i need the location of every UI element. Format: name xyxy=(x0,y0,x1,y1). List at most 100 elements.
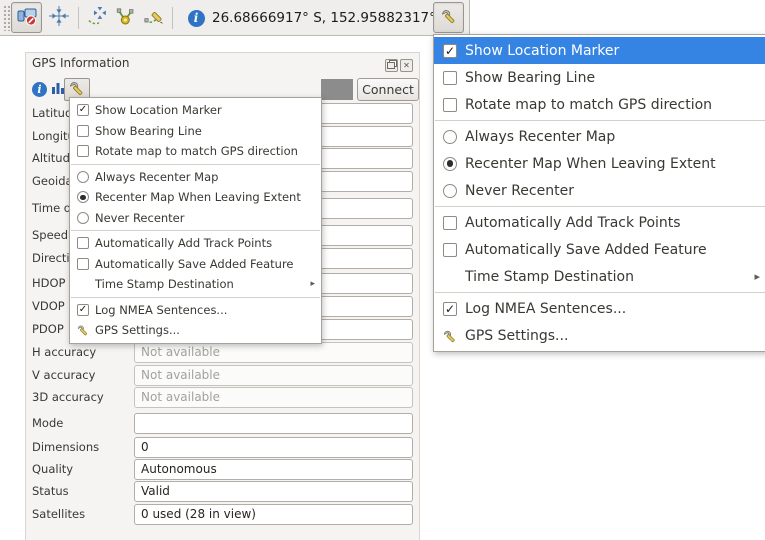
menu-item-always-recenter-map[interactable]: Always Recenter Map xyxy=(70,167,321,188)
menu-item-show-location-marker[interactable]: ✓ Show Location Marker xyxy=(434,37,765,64)
menu-item-label: Never Recenter xyxy=(465,183,574,199)
screen: { "top_toolbar": { "coordinates": "26.68… xyxy=(0,0,765,540)
gps-coordinates: 26.68666917° S, 152.95882317° E xyxy=(212,0,449,36)
status-field[interactable]: Valid xyxy=(134,481,413,502)
menu-separator xyxy=(435,206,765,207)
field-row-satellites: Satellites 0 used (28 in view) xyxy=(26,504,419,525)
radio-icon xyxy=(443,157,457,171)
menu-item-label: Rotate map to match GPS direction xyxy=(95,144,298,158)
menu-item-label: Never Recenter xyxy=(95,211,185,225)
field-row-dimensions: Dimensions0 xyxy=(26,437,419,458)
h-accuracy-field[interactable]: Not available xyxy=(134,342,413,363)
panel-info-button[interactable]: i xyxy=(31,81,48,98)
checkbox-icon xyxy=(77,145,89,157)
connect-button[interactable]: Connect xyxy=(357,78,419,101)
field-row-v-accuracy: V accuracy Not available xyxy=(26,365,419,386)
radio-icon xyxy=(77,191,89,203)
3d-accuracy-field[interactable]: Not available xyxy=(134,387,413,408)
dimensions-field[interactable]: 0 xyxy=(134,437,413,458)
menu-item-automatically-save-added-feature[interactable]: Automatically Save Added Feature xyxy=(434,236,765,263)
field-label: Speed xyxy=(32,225,68,246)
menu-item-time-stamp-destination[interactable]: Time Stamp Destination ▸ xyxy=(70,274,321,295)
menu-item-show-bearing-line[interactable]: Show Bearing Line xyxy=(434,64,765,91)
recenter-map-button[interactable] xyxy=(47,6,71,30)
close-panel-button[interactable]: ✕ xyxy=(400,59,413,72)
info-icon: i xyxy=(32,82,47,97)
reset-track-button[interactable] xyxy=(142,6,166,30)
menu-separator xyxy=(435,120,765,121)
menu-separator xyxy=(71,230,320,231)
float-panel-button[interactable] xyxy=(385,59,398,72)
menu-item-label: Automatically Add Track Points xyxy=(465,215,681,231)
menu-item-automatically-add-track-points[interactable]: Automatically Add Track Points xyxy=(434,209,765,236)
menu-item-never-recenter[interactable]: Never Recenter xyxy=(434,177,765,204)
menu-item-gps-settings[interactable]: GPS Settings... xyxy=(70,320,321,341)
field-label: VDOP xyxy=(32,296,65,317)
field-label: HDOP xyxy=(32,273,66,294)
checkbox-icon: ✓ xyxy=(443,44,457,58)
float-icon xyxy=(387,60,397,71)
menu-item-label: Show Location Marker xyxy=(95,103,222,117)
field-row-status: StatusValid xyxy=(26,481,419,502)
menu-item-always-recenter-map[interactable]: Always Recenter Map xyxy=(434,123,765,150)
checkbox-icon xyxy=(77,237,89,249)
field-label: Satellites xyxy=(32,504,85,525)
gps-disconnect-icon xyxy=(16,5,38,31)
position-info-button[interactable]: i xyxy=(184,6,208,30)
menu-item-label: Show Location Marker xyxy=(465,43,619,59)
checkbox-icon xyxy=(443,243,457,257)
field-row-mode: Mode xyxy=(26,413,419,434)
v-accuracy-field[interactable]: Not available xyxy=(134,365,413,386)
checkbox-icon: ✓ xyxy=(77,104,89,116)
submenu-arrow-icon: ▸ xyxy=(310,279,315,289)
radio-icon xyxy=(443,184,457,198)
menu-item-log-nmea-sentences[interactable]: ✓Log NMEA Sentences... xyxy=(434,295,765,322)
submenu-arrow-icon: ▸ xyxy=(754,270,760,283)
mode-field[interactable] xyxy=(134,413,413,434)
checkbox-icon xyxy=(443,216,457,230)
panel-title: GPS Information xyxy=(32,56,129,70)
checkbox-icon xyxy=(443,71,457,85)
menu-item-label: Time Stamp Destination xyxy=(465,269,634,285)
menu-item-rotate-map-to-match-gps-direction[interactable]: Rotate map to match GPS direction xyxy=(70,141,321,162)
gps-options-button[interactable] xyxy=(433,2,464,33)
menu-item-rotate-map-to-match-gps-direction[interactable]: Rotate map to match GPS direction xyxy=(434,91,765,118)
field-label: 3D accuracy xyxy=(32,387,104,408)
crosshair-icon xyxy=(48,5,70,31)
quality-field[interactable]: Autonomous xyxy=(134,459,413,480)
menu-item-label: Always Recenter Map xyxy=(95,170,218,184)
menu-item-label: Recenter Map When Leaving Extent xyxy=(95,190,301,204)
menu-item-automatically-save-added-feature[interactable]: Automatically Save Added Feature xyxy=(70,254,321,275)
menu-item-recenter-map-when-leaving-extent[interactable]: Recenter Map When Leaving Extent xyxy=(434,150,765,177)
field-label: H accuracy xyxy=(32,342,96,363)
menu-item-automatically-add-track-points[interactable]: Automatically Add Track Points xyxy=(70,233,321,254)
menu-item-label: Automatically Save Added Feature xyxy=(95,257,294,271)
menu-item-show-bearing-line[interactable]: Show Bearing Line xyxy=(70,121,321,142)
recenter-when-leaving-button[interactable] xyxy=(86,6,110,30)
checkbox-icon: ✓ xyxy=(77,304,89,316)
menu-item-never-recenter[interactable]: Never Recenter xyxy=(70,208,321,229)
menu-item-label: Time Stamp Destination xyxy=(95,277,234,291)
menu-item-time-stamp-destination[interactable]: Time Stamp Destination ▸ xyxy=(434,263,765,290)
menu-separator xyxy=(435,292,765,293)
field-label: V accuracy xyxy=(32,365,95,386)
add-track-point-button[interactable] xyxy=(114,6,138,30)
menu-item-gps-settings[interactable]: GPS Settings... xyxy=(434,322,765,349)
satellites-field[interactable]: 0 used (28 in view) xyxy=(134,504,413,525)
toolbar-drag-handle[interactable] xyxy=(3,5,10,31)
checkbox-icon: ✓ xyxy=(443,302,457,316)
crosshair-track-icon xyxy=(87,5,109,31)
toolbar-separator xyxy=(78,7,79,29)
menu-item-log-nmea-sentences[interactable]: ✓Log NMEA Sentences... xyxy=(70,300,321,321)
menu-icon-spacer xyxy=(77,278,89,290)
menu-separator xyxy=(71,164,320,165)
wrench-icon xyxy=(77,324,89,336)
menu-item-label: Always Recenter Map xyxy=(465,129,615,145)
menu-item-show-location-marker[interactable]: ✓ Show Location Marker xyxy=(70,100,321,121)
checkbox-icon xyxy=(77,125,89,137)
gps-connect-button[interactable] xyxy=(11,2,42,33)
close-icon: ✕ xyxy=(403,61,410,70)
menu-item-label: Show Bearing Line xyxy=(95,124,202,138)
menu-item-recenter-map-when-leaving-extent[interactable]: Recenter Map When Leaving Extent xyxy=(70,187,321,208)
field-label: PDOP xyxy=(32,319,64,340)
